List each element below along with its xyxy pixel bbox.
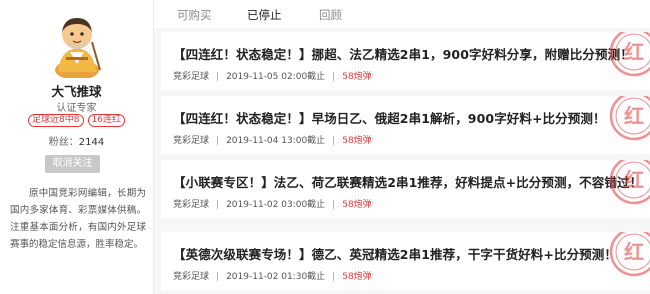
article-deadline: 2019-11-04 13:00截止	[226, 136, 326, 146]
article-category: 竞彩足球	[173, 72, 210, 82]
expert-bio: 原中国竞彩网编辑，长期为国内多家体育、彩票媒体供稿。注重基本面分析，有国内外足球…	[10, 188, 146, 250]
article-category: 竞彩足球	[173, 136, 210, 146]
article-deadline: 2019-11-02 03:00截止	[226, 200, 326, 210]
red-result-stamp-icon: 红	[609, 96, 650, 141]
red-result-stamp-icon: 红	[609, 232, 650, 277]
article-deadline: 2019-11-05 02:00截止	[226, 72, 326, 82]
article-deadline: 2019-11-02 01:30截止	[226, 272, 326, 282]
streak-badge: 16连红	[87, 114, 125, 127]
article-title[interactable]: 【小联赛专区！】法乙、荷乙联赛精选2串1推荐，好料提点+比分预测，不容错过！	[173, 172, 642, 191]
article-item[interactable]: 【英德次级联赛专场！】德乙、英冠精选2串1推荐，干字干货好料+比分预测！ 竞彩足…	[161, 232, 650, 290]
fans-count: 粉丝：2144	[0, 133, 153, 148]
hit-rate-badge: 足球近8中8	[28, 114, 84, 127]
tab-stopped[interactable]: 已停止	[247, 7, 282, 23]
article-meta: 竞彩足球 | 2019-11-04 13:00截止 | 58炮弹	[173, 136, 372, 146]
fans-number: 2144	[78, 137, 105, 148]
article-item[interactable]: 【四连红！状态稳定！】挪超、法乙精选2串1，900字好料分享，附赠比分预测！ 竞…	[161, 32, 650, 90]
article-title[interactable]: 【英德次级联赛专场！】德乙、英冠精选2串1推荐，干字干货好料+比分预测！	[173, 244, 617, 263]
expert-avatar	[55, 18, 101, 78]
red-result-stamp-icon: 红	[609, 32, 650, 77]
article-price: 58炮弹	[342, 200, 372, 210]
stamp-text: 红	[624, 240, 644, 264]
article-price: 58炮弹	[342, 72, 372, 82]
article-meta: 竞彩足球 | 2019-11-02 01:30截止 | 58炮弹	[173, 272, 372, 282]
record-badges: 足球近8中8 16连红	[0, 114, 153, 127]
article-price: 58炮弹	[342, 136, 372, 146]
tab-review[interactable]: 回顾	[319, 7, 342, 23]
article-item[interactable]: 【四连红！状态稳定！】早场日乙、俄超2串1解析，900字好料+比分预测！ 竞彩足…	[161, 96, 650, 154]
article-item[interactable]: 【小联赛专区！】法乙、荷乙联赛精选2串1推荐，好料提点+比分预测，不容错过！ 竞…	[161, 160, 650, 218]
article-category: 竞彩足球	[173, 272, 210, 282]
expert-name: 大飞推球	[51, 84, 102, 99]
article-title[interactable]: 【四连红！状态稳定！】挪超、法乙精选2串1，900字好料分享，附赠比分预测！	[173, 44, 633, 63]
article-category: 竞彩足球	[173, 200, 210, 210]
red-result-stamp-icon: 红	[609, 160, 650, 205]
article-meta: 竞彩足球 | 2019-11-05 02:00截止 | 58炮弹	[173, 72, 372, 82]
expert-profile-panel: 大飞推球 认证专家 足球近8中8 16连红 粉丝：2144 取消关注 原中国竞彩…	[0, 0, 153, 294]
fans-label: 粉丝：	[48, 137, 79, 148]
stamp-text: 红	[624, 40, 644, 64]
expert-certification: 认证专家	[56, 103, 97, 114]
article-price: 58炮弹	[342, 272, 372, 282]
stamp-text: 红	[624, 104, 644, 128]
unfollow-button[interactable]: 取消关注	[45, 155, 100, 173]
article-meta: 竞彩足球 | 2019-11-02 03:00截止 | 58炮弹	[173, 200, 372, 210]
tab-available[interactable]: 可购买	[177, 7, 212, 23]
stamp-text: 红	[624, 168, 644, 192]
article-tabs: 可购买 已停止 回顾	[154, 0, 650, 28]
article-title[interactable]: 【四连红！状态稳定！】早场日乙、俄超2串1解析，900字好料+比分预测！	[173, 108, 606, 127]
